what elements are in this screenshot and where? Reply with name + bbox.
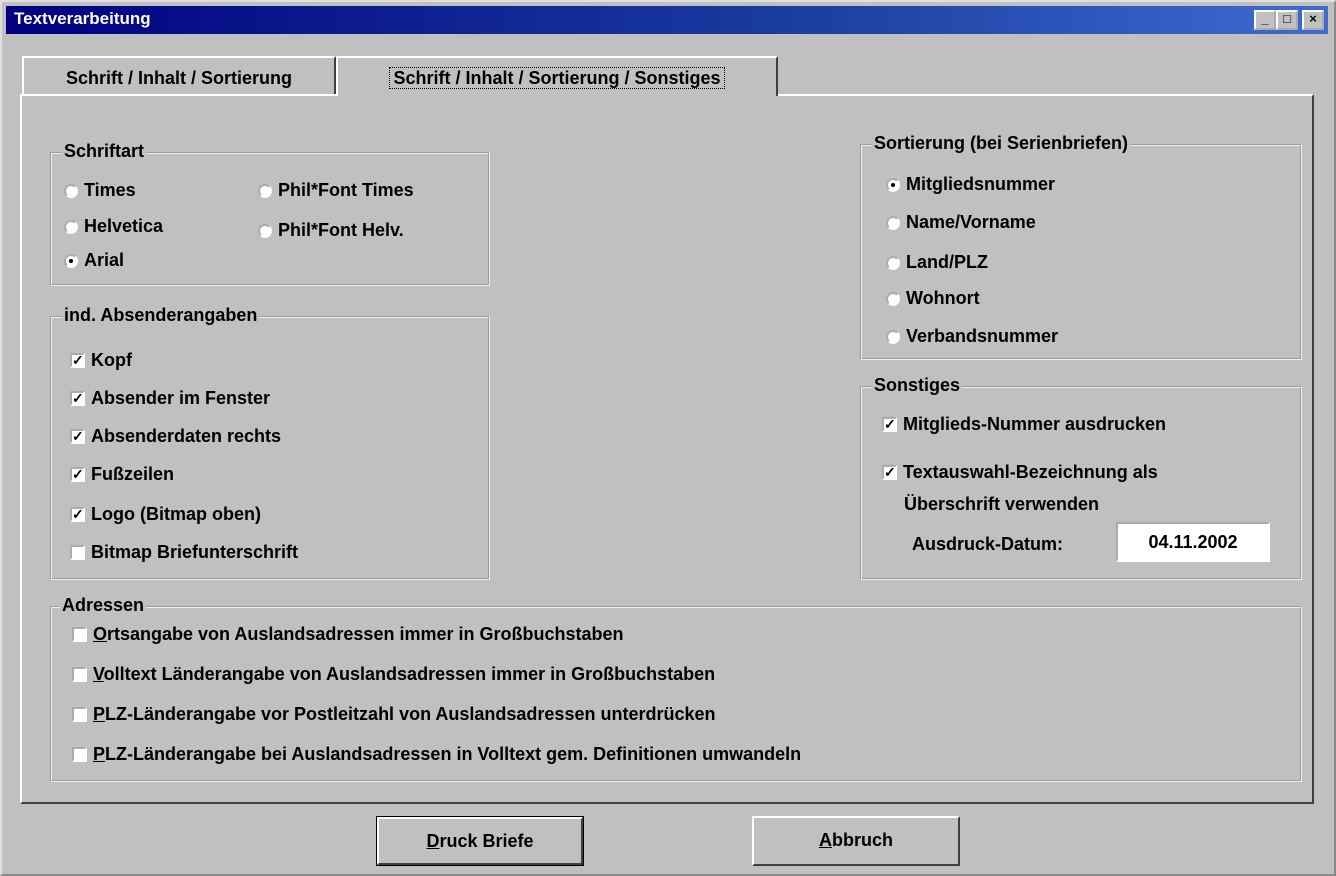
radio-label: Mitgliedsnummer [906, 174, 1056, 194]
checkbox-label: PLZ-Länderangabe bei Auslandsadressen in… [93, 744, 802, 764]
checkbox-label: Ortsangabe von Auslandsadressen immer in… [93, 624, 624, 644]
druck-briefe-button[interactable]: Druck Briefe [376, 816, 584, 866]
radio-indicator [64, 183, 78, 198]
tab-sonstiges[interactable]: Schrift / Inhalt / Sortierung / Sonstige… [336, 56, 778, 96]
checkbox-logo[interactable]: ✓ Logo (Bitmap oben) [70, 504, 261, 525]
checkbox-mitglieds-nummer[interactable]: ✓ Mitglieds-Nummer ausdrucken [882, 414, 1166, 435]
radio-label: Helvetica [84, 216, 164, 236]
sortierung-group: Sortierung (bei Serienbriefen) Mitglieds… [860, 133, 1302, 360]
radio-indicator-selected [886, 177, 900, 192]
checkbox-checked: ✓ [70, 506, 85, 522]
sonstiges-group: Sonstiges ✓ Mitglieds-Nummer ausdrucken … [860, 375, 1302, 580]
checkbox-label: PLZ-Länderangabe vor Postleitzahl von Au… [93, 704, 716, 724]
checkbox-unchecked [72, 707, 87, 722]
title-bar[interactable]: Textverarbeitung _ □ × [6, 6, 1328, 34]
radio-indicator [886, 329, 900, 344]
maximize-button[interactable]: □ [1276, 10, 1298, 30]
abbruch-button[interactable]: Abbruch [752, 816, 960, 866]
checkbox-checked: ✓ [70, 390, 85, 406]
radio-philfont-times[interactable]: Phil*Font Times [258, 180, 414, 201]
radio-verbandsnummer[interactable]: Verbandsnummer [886, 326, 1058, 347]
minimize-button[interactable]: _ [1254, 10, 1276, 30]
radio-indicator [258, 223, 272, 238]
checkbox-unchecked [72, 667, 87, 682]
checkbox-volltext-laenderangabe[interactable]: Volltext Länderangabe von Auslandsadress… [72, 664, 715, 685]
checkbox-bitmap-unterschrift[interactable]: Bitmap Briefunterschrift [70, 542, 298, 563]
checkbox-label: Absenderdaten rechts [91, 426, 282, 446]
button-face: Druck Briefe [377, 817, 583, 865]
checkbox-unchecked [72, 747, 87, 762]
sortierung-legend: Sortierung (bei Serienbriefen) [872, 133, 1131, 154]
tab-panel: Schriftart Times Helvetica Arial Phil*Fo… [20, 94, 1314, 804]
radio-indicator-selected [64, 253, 78, 268]
radio-label: Times [84, 180, 136, 200]
checkbox-label: Mitglieds-Nummer ausdrucken [903, 414, 1167, 434]
adressen-legend: Adressen [60, 595, 147, 616]
checkbox-absenderdaten-rechts[interactable]: ✓ Absenderdaten rechts [70, 426, 281, 447]
radio-indicator [886, 291, 900, 306]
checkbox-label: Fußzeilen [91, 464, 175, 484]
tab-schrift-inhalt-sortierung[interactable]: Schrift / Inhalt / Sortierung [22, 56, 336, 96]
radio-philfont-helv[interactable]: Phil*Font Helv. [258, 220, 404, 241]
radio-arial[interactable]: Arial [64, 250, 124, 271]
window-title: Textverarbeitung [14, 9, 151, 28]
schriftart-group: Schriftart Times Helvetica Arial Phil*Fo… [50, 141, 490, 286]
absender-legend: ind. Absenderangaben [62, 305, 260, 326]
checkbox-checked: ✓ [882, 464, 897, 480]
radio-wohnort[interactable]: Wohnort [886, 288, 980, 309]
tab-label: Schrift / Inhalt / Sortierung / Sonstige… [389, 67, 725, 89]
checkbox-label: Bitmap Briefunterschrift [91, 542, 299, 562]
checkbox-checked: ✓ [70, 352, 85, 368]
checkbox-label-line2: Überschrift verwenden [904, 494, 1100, 514]
checkbox-plz-unterdruecken[interactable]: PLZ-Länderangabe vor Postleitzahl von Au… [72, 704, 716, 725]
radio-label: Verbandsnummer [906, 326, 1059, 346]
radio-name-vorname[interactable]: Name/Vorname [886, 212, 1036, 233]
checkbox-plz-umwandeln[interactable]: PLZ-Länderangabe bei Auslandsadressen in… [72, 744, 801, 765]
checkbox-textauswahl[interactable]: ✓ Textauswahl-Bezeichnung als [882, 462, 1158, 483]
radio-times[interactable]: Times [64, 180, 136, 201]
absender-group: ind. Absenderangaben ✓ Kopf ✓ Absender i… [50, 305, 490, 580]
schriftart-legend: Schriftart [62, 141, 147, 162]
radio-label: Phil*Font Helv. [278, 220, 404, 240]
checkbox-unchecked [70, 545, 85, 560]
close-button[interactable]: × [1302, 10, 1324, 30]
adressen-group: Adressen Ortsangabe von Auslandsadressen… [50, 595, 1302, 782]
datum-input[interactable]: 04.11.2002 [1116, 522, 1270, 562]
radio-indicator [886, 215, 900, 230]
radio-indicator [64, 219, 78, 234]
checkbox-label: Logo (Bitmap oben) [91, 504, 261, 524]
checkbox-label: Kopf [91, 350, 132, 370]
radio-label: Name/Vorname [906, 212, 1036, 232]
button-face: Abbruch [752, 816, 960, 866]
checkbox-ortsangabe[interactable]: Ortsangabe von Auslandsadressen immer in… [72, 624, 623, 645]
sonstiges-legend: Sonstiges [872, 375, 963, 396]
tab-label: Schrift / Inhalt / Sortierung [65, 68, 292, 88]
checkbox-kopf[interactable]: ✓ Kopf [70, 350, 132, 371]
radio-label: Wohnort [906, 288, 980, 308]
radio-label: Land/PLZ [906, 252, 988, 272]
checkbox-checked: ✓ [70, 428, 85, 444]
checkbox-label: Textauswahl-Bezeichnung als [903, 462, 1158, 482]
radio-mitgliedsnummer[interactable]: Mitgliedsnummer [886, 174, 1055, 195]
radio-land-plz[interactable]: Land/PLZ [886, 252, 988, 273]
radio-label: Phil*Font Times [278, 180, 414, 200]
radio-helvetica[interactable]: Helvetica [64, 216, 163, 237]
checkbox-label: Absender im Fenster [91, 388, 271, 408]
radio-indicator [886, 255, 900, 270]
checkbox-checked: ✓ [882, 416, 897, 432]
radio-indicator [258, 183, 272, 198]
datum-label: Ausdruck-Datum: [912, 534, 1064, 554]
checkbox-checked: ✓ [70, 466, 85, 482]
checkbox-absender-fenster[interactable]: ✓ Absender im Fenster [70, 388, 270, 409]
radio-label: Arial [84, 250, 125, 270]
checkbox-label: Volltext Länderangabe von Auslandsadress… [93, 664, 716, 684]
checkbox-fusszeilen[interactable]: ✓ Fußzeilen [70, 464, 174, 485]
checkbox-unchecked [72, 627, 87, 642]
